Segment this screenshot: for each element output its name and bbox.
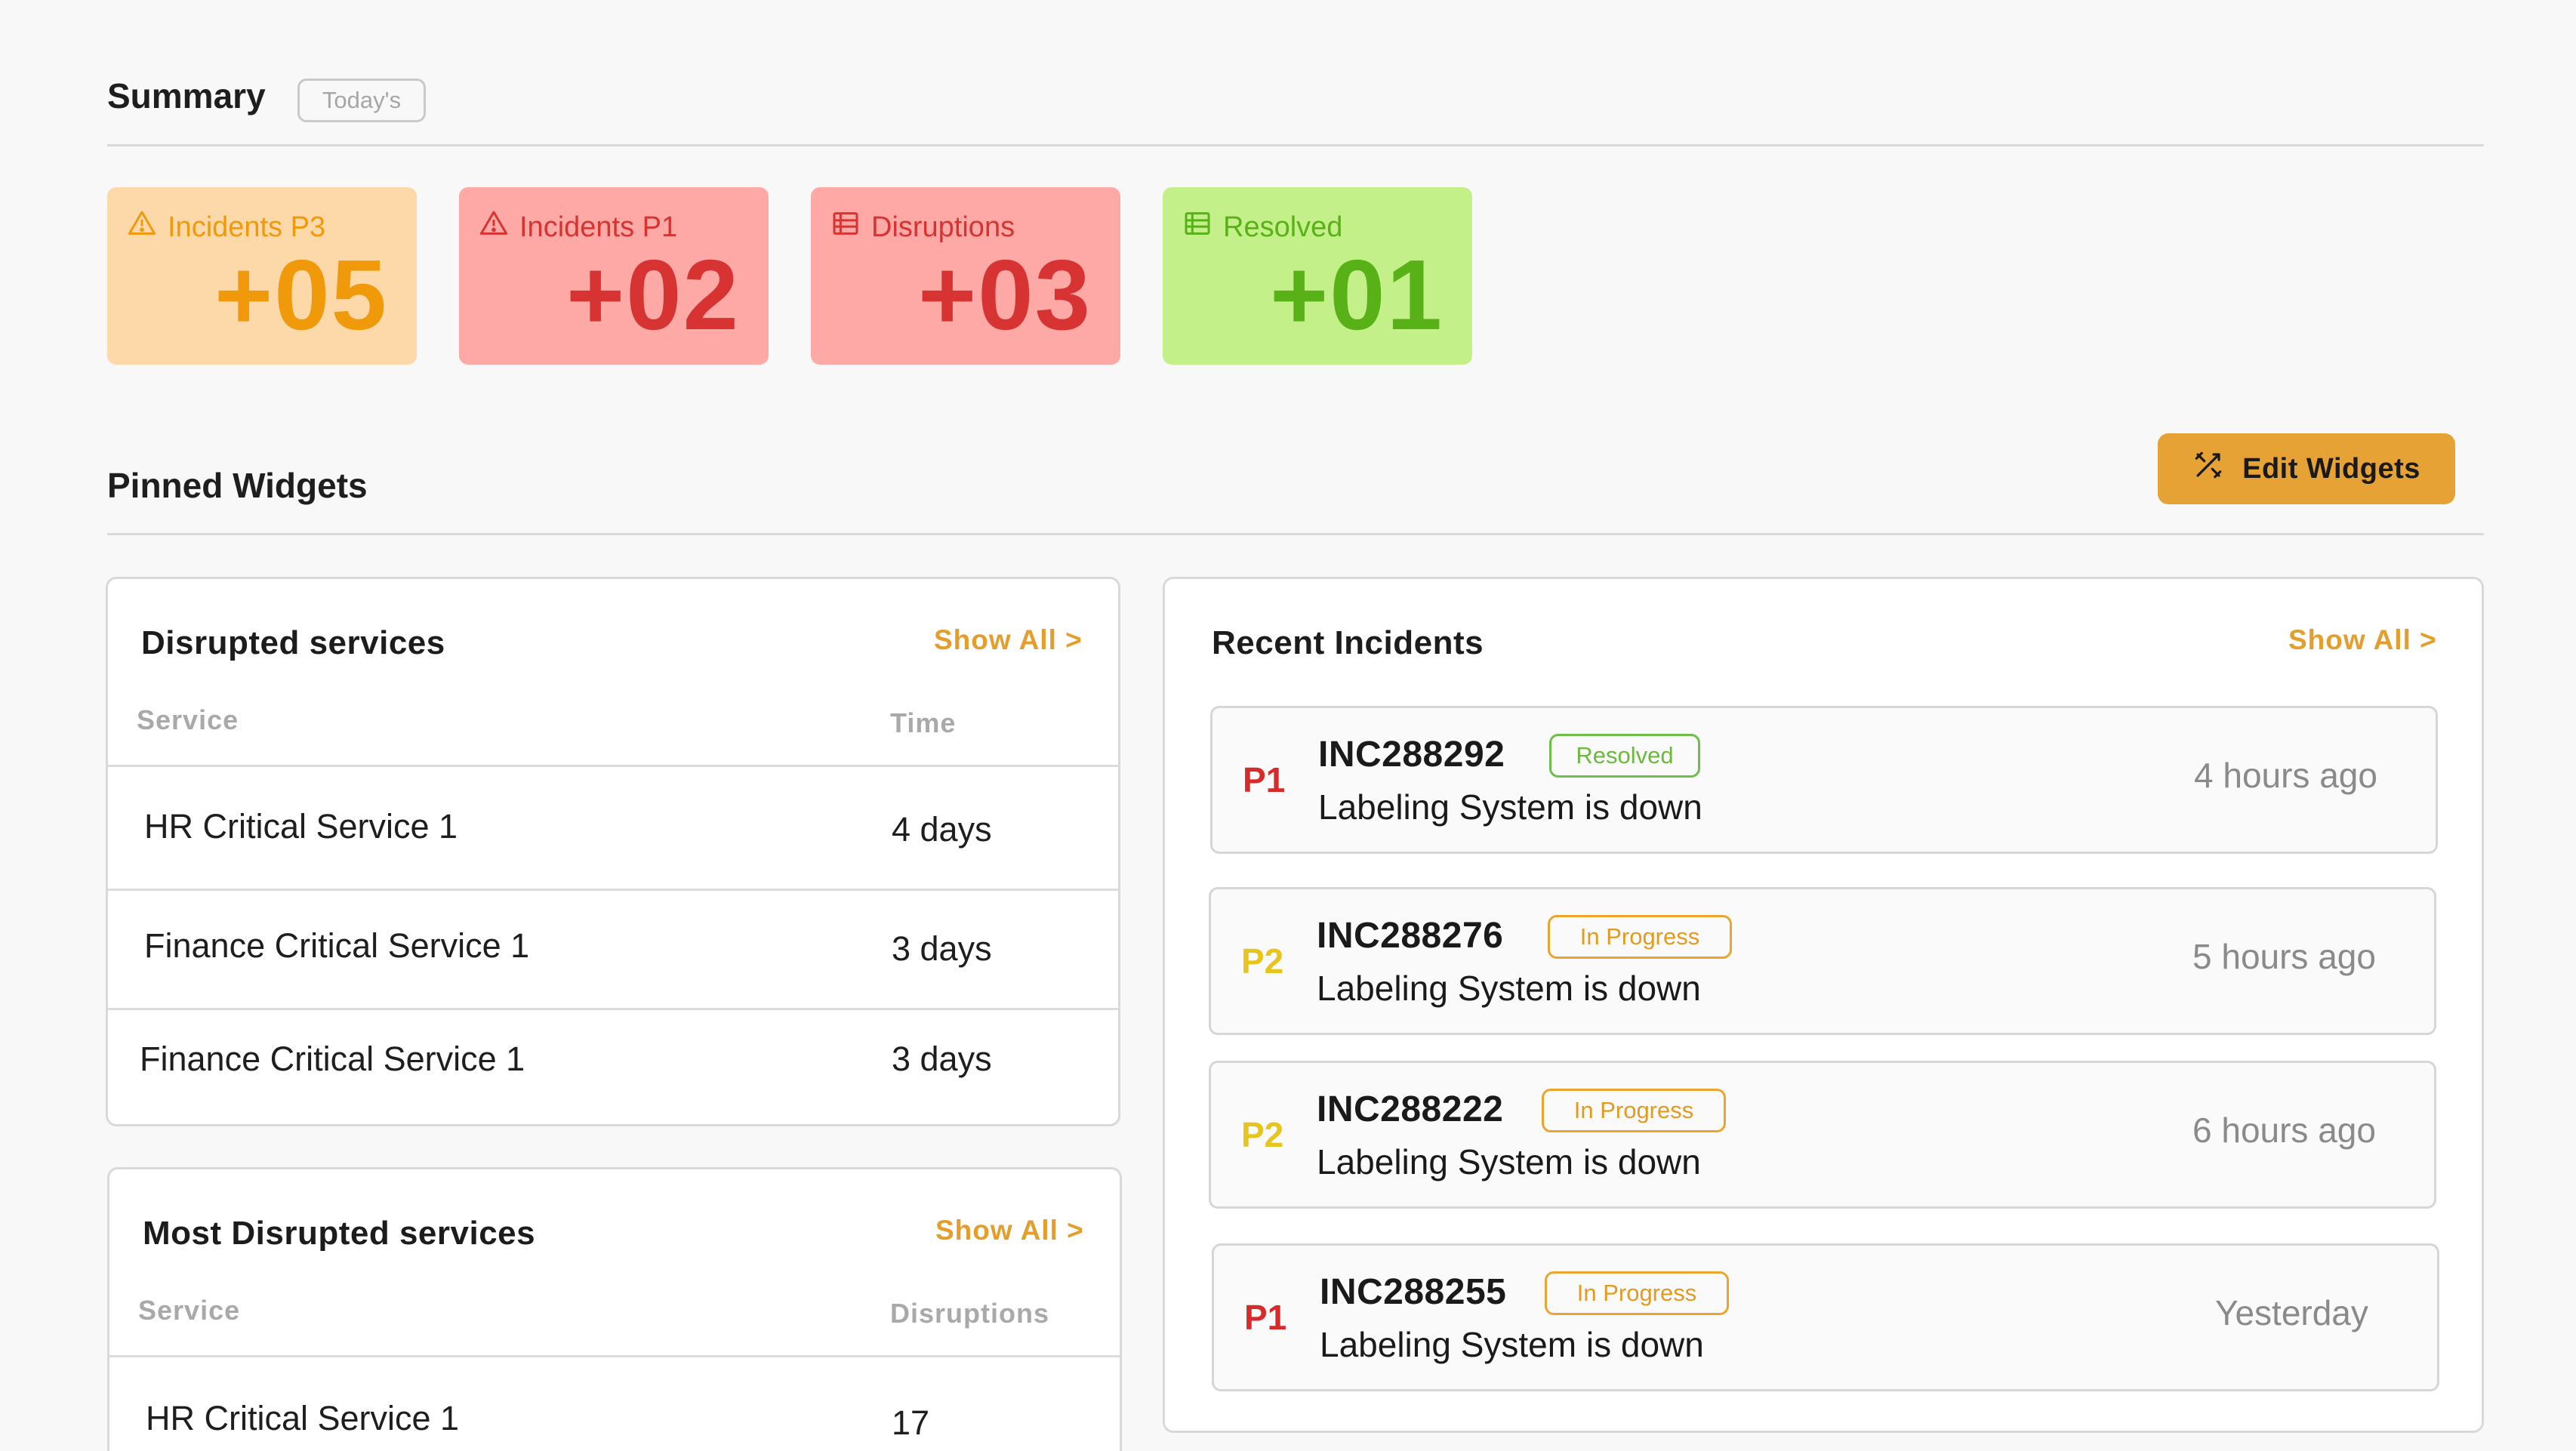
incident-id[interactable]: INC288276: [1317, 915, 1503, 957]
incident-time: 6 hours ago: [2192, 1111, 2376, 1150]
list-icon: [830, 208, 861, 246]
column-header-service[interactable]: Service: [137, 704, 239, 736]
incident-id[interactable]: INC288292: [1318, 734, 1505, 775]
summary-divider: [107, 144, 2484, 146]
row-divider: [108, 889, 1118, 891]
card-value: +02: [566, 239, 740, 350]
priority-label: P2: [1241, 1115, 1284, 1154]
row-divider: [108, 765, 1118, 767]
incident-id[interactable]: INC288222: [1317, 1089, 1503, 1130]
summary-title: Summary: [107, 76, 266, 116]
service-name[interactable]: HR Critical Service 1: [146, 1399, 459, 1438]
incident-time: 5 hours ago: [2192, 937, 2376, 976]
edit-widgets-button[interactable]: Edit Widgets: [2158, 433, 2455, 504]
pinned-divider: [107, 533, 2484, 535]
resolved-card[interactable]: Resolved +01: [1163, 187, 1472, 365]
incidents-p3-card[interactable]: Incidents P3 +05: [107, 187, 417, 365]
incident-description: Labeling System is down: [1318, 787, 1702, 827]
todays-badge[interactable]: Today's: [297, 79, 426, 122]
service-name[interactable]: HR Critical Service 1: [144, 807, 458, 846]
disruption-count: 17: [892, 1403, 930, 1442]
incident-description: Labeling System is down: [1317, 1142, 1701, 1181]
warning-triangle-icon: [479, 208, 509, 246]
row-divider: [109, 1355, 1120, 1357]
incident-card[interactable]: P1 INC288292 Resolved Labeling System is…: [1210, 706, 2438, 854]
tools-icon: [2192, 449, 2224, 488]
incident-description: Labeling System is down: [1320, 1325, 1704, 1364]
row-divider: [108, 1008, 1118, 1010]
service-time: 4 days: [892, 810, 992, 849]
warning-triangle-icon: [127, 208, 157, 246]
status-badge: Resolved: [1549, 734, 1700, 778]
status-badge: In Progress: [1548, 915, 1732, 959]
incident-card[interactable]: P2 INC288276 In Progress Labeling System…: [1209, 887, 2436, 1035]
priority-label: P1: [1243, 760, 1286, 799]
show-all-link[interactable]: Show All >: [2288, 624, 2437, 656]
incident-time: 4 hours ago: [2194, 756, 2377, 795]
panel-title: Most Disrupted services: [143, 1215, 536, 1252]
pinned-widgets-title: Pinned Widgets: [107, 466, 368, 505]
incident-card[interactable]: P1 INC288255 In Progress Labeling System…: [1212, 1243, 2439, 1391]
edit-widgets-label: Edit Widgets: [2242, 452, 2420, 485]
incident-id[interactable]: INC288255: [1320, 1271, 1506, 1313]
status-badge: In Progress: [1545, 1271, 1729, 1315]
panel-title: Disrupted services: [141, 624, 445, 661]
priority-label: P2: [1241, 941, 1284, 981]
service-time: 3 days: [892, 929, 992, 968]
disrupted-services-panel: Disrupted services Show All > Service Ti…: [106, 577, 1120, 1126]
recent-incidents-panel: Recent Incidents Show All > P1 INC288292…: [1163, 577, 2484, 1433]
service-time: 3 days: [892, 1040, 992, 1078]
disruptions-card[interactable]: Disruptions +03: [811, 187, 1120, 365]
card-value: +01: [1270, 239, 1444, 350]
column-header-service[interactable]: Service: [138, 1295, 240, 1326]
priority-label: P1: [1244, 1298, 1287, 1337]
status-badge: In Progress: [1542, 1089, 1726, 1132]
show-all-link[interactable]: Show All >: [934, 624, 1083, 656]
incident-card[interactable]: P2 INC288222 In Progress Labeling System…: [1209, 1061, 2436, 1209]
column-header-time[interactable]: Time: [890, 707, 956, 739]
column-header-disruptions[interactable]: Disruptions: [890, 1298, 1049, 1329]
most-disrupted-services-panel: Most Disrupted services Show All > Servi…: [107, 1167, 1122, 1451]
service-name[interactable]: Finance Critical Service 1: [140, 1040, 525, 1079]
service-name[interactable]: Finance Critical Service 1: [144, 926, 529, 966]
panel-title: Recent Incidents: [1212, 624, 1484, 661]
show-all-link[interactable]: Show All >: [935, 1215, 1084, 1246]
incidents-p1-card[interactable]: Incidents P1 +02: [459, 187, 769, 365]
incident-description: Labeling System is down: [1317, 969, 1701, 1008]
list-icon: [1182, 208, 1213, 246]
incident-time: Yesterday: [2215, 1293, 2368, 1332]
card-value: +05: [214, 239, 388, 350]
card-value: +03: [918, 239, 1092, 350]
